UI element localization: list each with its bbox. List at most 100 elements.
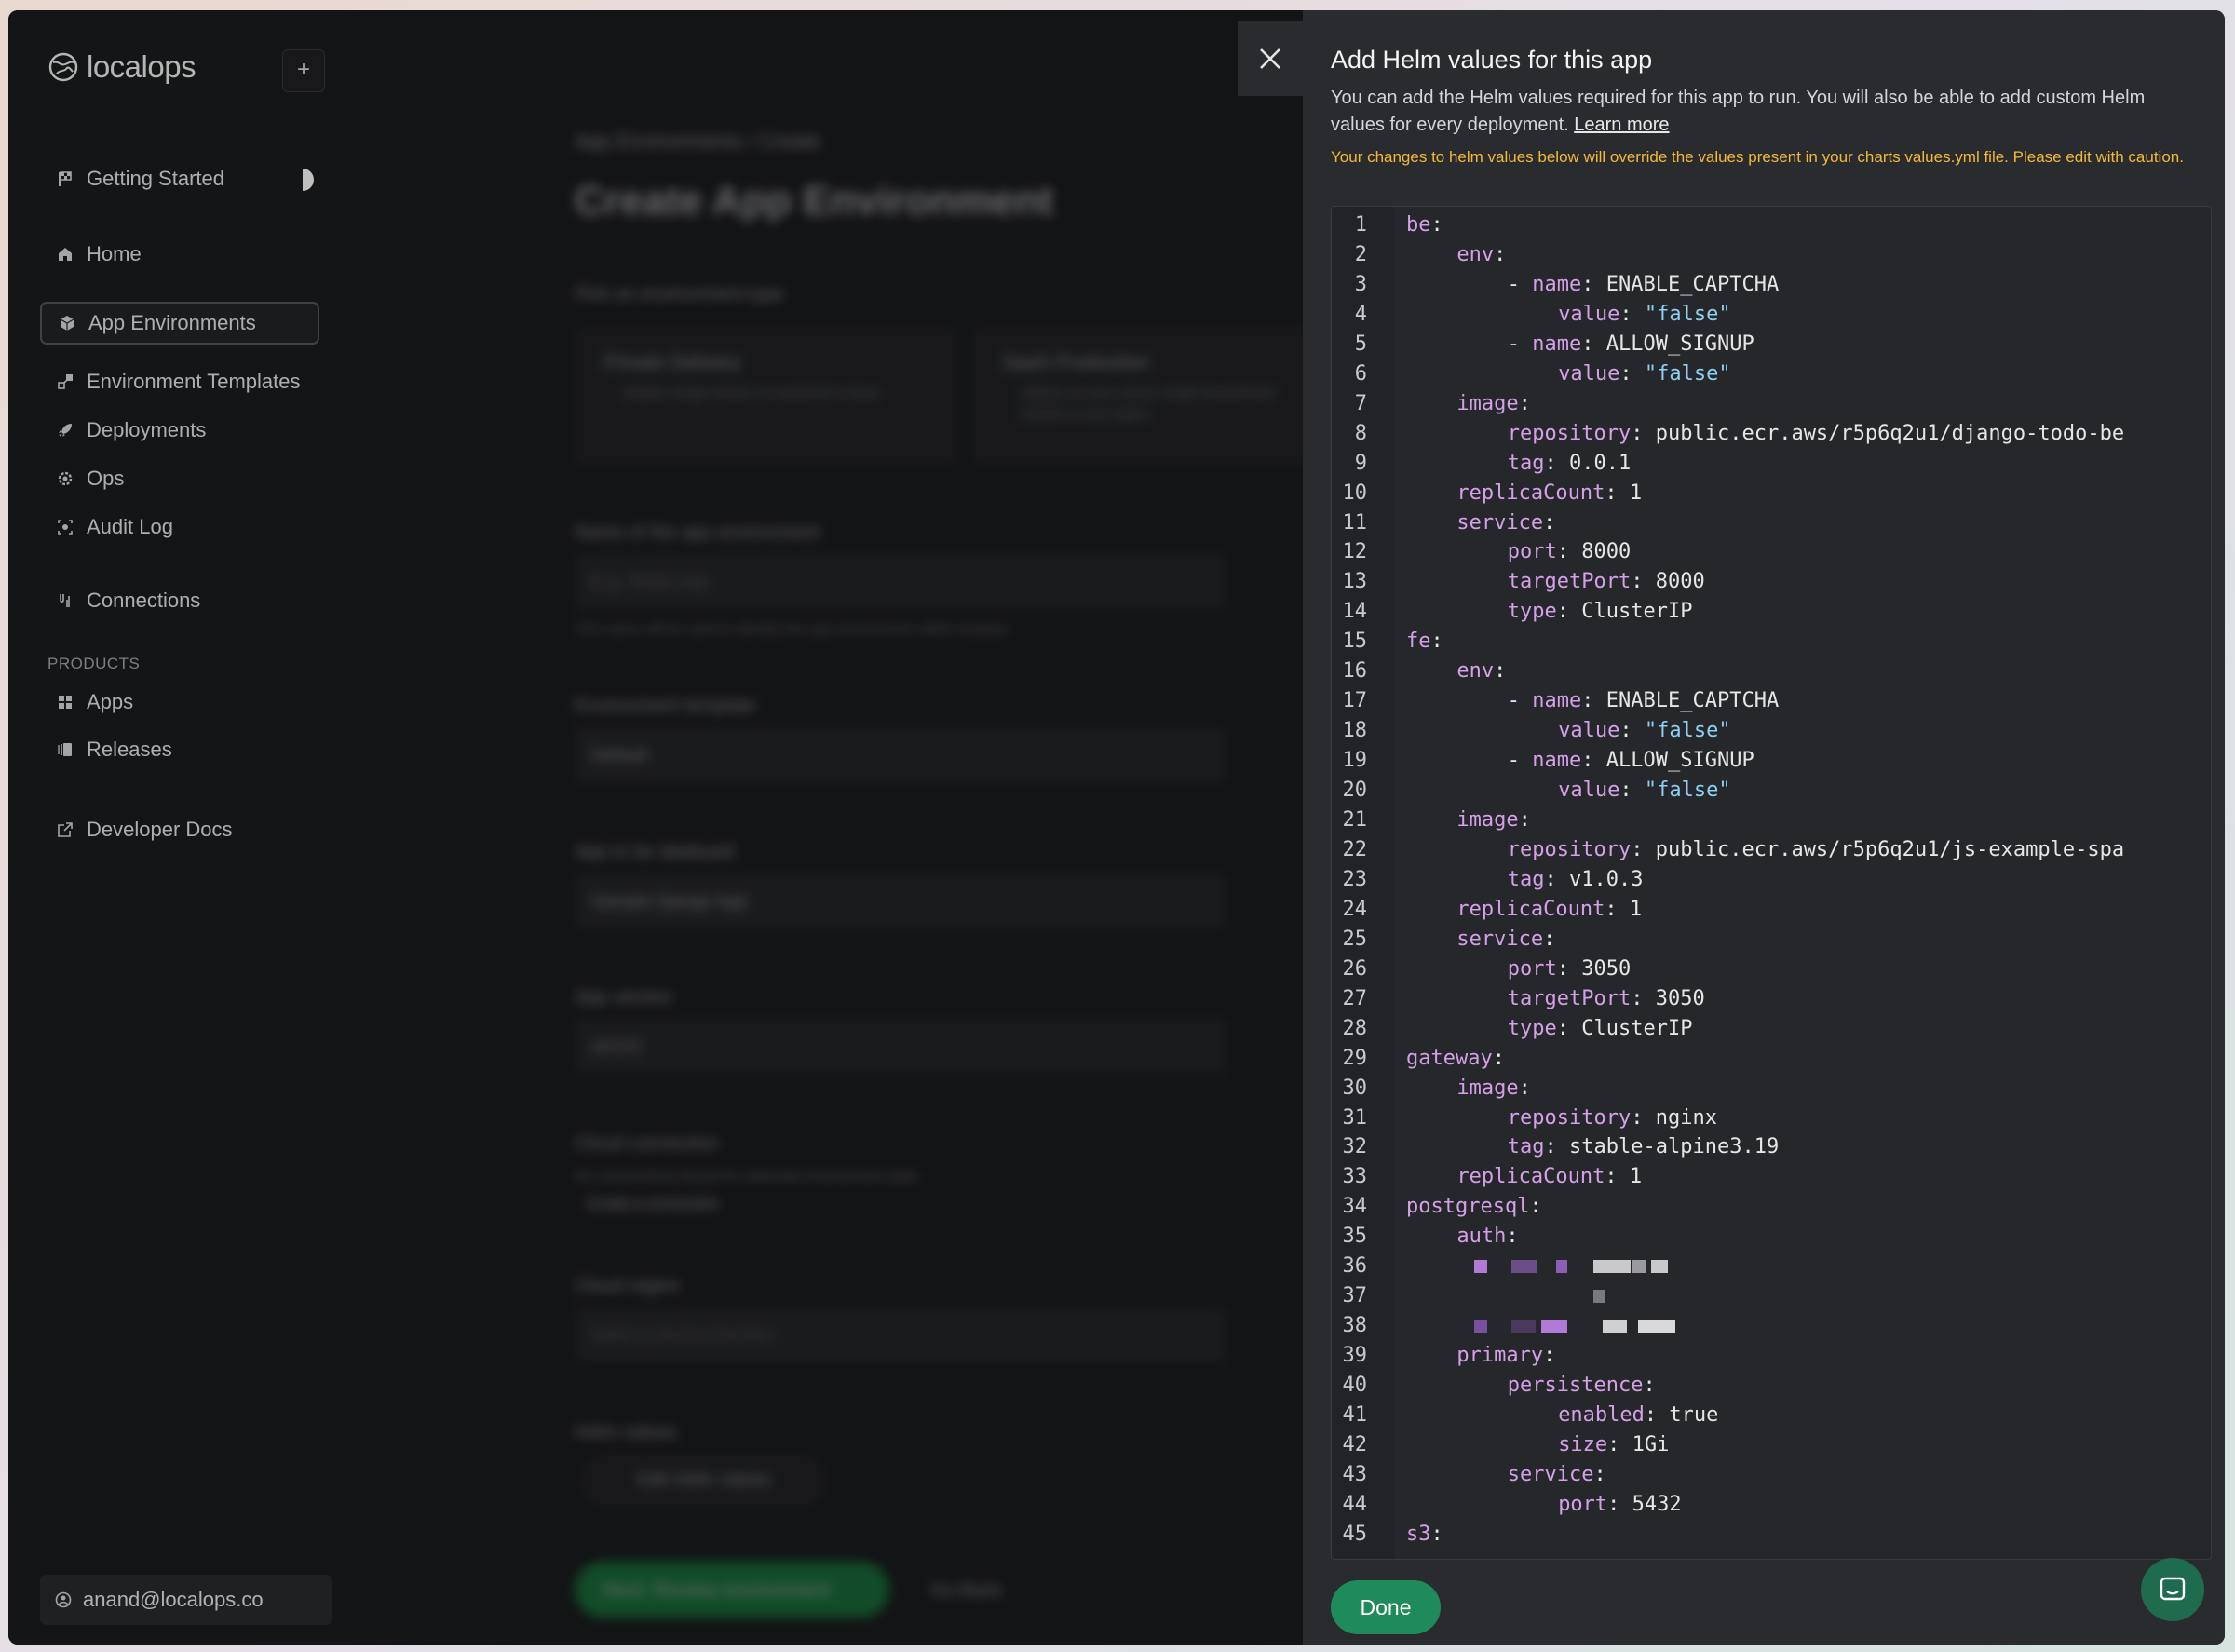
line-number: 29	[1342, 1046, 1368, 1070]
yaml-colon: :	[1518, 808, 1531, 832]
code-line: 19 - name: ALLOW_SIGNUP	[1332, 746, 2211, 776]
yaml-colon: :	[1631, 421, 1656, 445]
code-content: persistence:	[1508, 1371, 1656, 1401]
code-line: 34 postgresql:	[1332, 1192, 2211, 1222]
yaml-key: value	[1558, 302, 1620, 326]
line-number: 42	[1342, 1432, 1368, 1456]
yaml-value: 8000	[1581, 540, 1632, 564]
code-content: port: 3050	[1508, 955, 1631, 984]
yaml-value: ALLOW_SIGNUP	[1605, 332, 1754, 356]
yaml-value: 1	[1629, 897, 1643, 921]
yaml-colon: :	[1619, 302, 1645, 326]
description-text: You can add the Helm values required for…	[1331, 88, 2146, 135]
yaml-colon: :	[1607, 1432, 1632, 1456]
close-drawer-button[interactable]	[1238, 21, 1303, 96]
yaml-key: primary	[1456, 1344, 1544, 1368]
redacted-block	[1593, 1260, 1632, 1274]
yaml-key: targetPort	[1507, 986, 1632, 1010]
line-number: 40	[1342, 1374, 1368, 1398]
yaml-key: port	[1558, 1492, 1608, 1516]
yaml-key: env	[1456, 242, 1495, 266]
yaml-key: tag	[1507, 451, 1545, 475]
chat-support-button[interactable]	[2141, 1558, 2204, 1621]
code-content: replicaCount: 1	[1456, 1162, 1642, 1192]
code-content: - name: ALLOW_SIGNUP	[1508, 330, 1754, 359]
yaml-key: replicaCount	[1456, 1165, 1605, 1189]
yaml-value: ClusterIP	[1581, 600, 1693, 624]
code-line: 10 replicaCount: 1	[1332, 479, 2211, 508]
yaml-colon: :	[1543, 927, 1556, 951]
code-line: 38	[1332, 1311, 2211, 1341]
code-content: service:	[1456, 925, 1555, 955]
redacted-block	[1593, 1290, 1605, 1304]
line-number: 4	[1354, 302, 1367, 326]
line-number: 36	[1342, 1254, 1368, 1279]
code-line: 22 repository: public.ecr.aws/r5p6q2u1/js…	[1332, 835, 2211, 865]
list-dash: -	[1507, 689, 1533, 713]
line-number: 35	[1342, 1225, 1368, 1249]
yaml-value: ALLOW_SIGNUP	[1605, 749, 1754, 773]
chat-icon	[2160, 1577, 2186, 1601]
yaml-key: repository	[1507, 837, 1632, 861]
code-content: replicaCount: 1	[1456, 895, 1642, 925]
yaml-colon: :	[1644, 1403, 1670, 1427]
yaml-value: 8000	[1655, 570, 1705, 594]
yaml-colon: :	[1494, 242, 1507, 266]
learn-more-link[interactable]: Learn more	[1574, 115, 1669, 135]
yaml-colon: :	[1619, 779, 1645, 803]
yaml-colon: :	[1607, 1492, 1632, 1516]
redacted-block	[1632, 1260, 1646, 1274]
code-content: postgresql:	[1406, 1192, 1542, 1222]
code-content: image:	[1456, 389, 1530, 419]
line-number: 25	[1342, 927, 1368, 951]
yaml-key: type	[1507, 1016, 1557, 1040]
code-content: service:	[1456, 508, 1555, 538]
code-content: tag: stable-alpine3.19	[1508, 1132, 1779, 1162]
line-number: 22	[1342, 837, 1368, 861]
code-line: 39 primary:	[1332, 1341, 2211, 1371]
code-line: 28 type: ClusterIP	[1332, 1014, 2211, 1044]
code-content: targetPort: 3050	[1508, 984, 1705, 1014]
yaml-colon: :	[1581, 749, 1606, 773]
line-number: 10	[1342, 481, 1368, 505]
yaml-colon: :	[1544, 1135, 1570, 1159]
code-line: 3 - name: ENABLE_CAPTCHA	[1332, 270, 2211, 300]
list-dash: -	[1507, 749, 1533, 773]
line-number: 1	[1354, 213, 1367, 237]
yaml-value: v1.0.3	[1569, 867, 1644, 891]
code-content: - name: ENABLE_CAPTCHA	[1508, 270, 1779, 300]
yaml-colon: :	[1556, 1016, 1582, 1040]
yaml-colon: :	[1544, 867, 1570, 891]
code-line: 43 service:	[1332, 1460, 2211, 1490]
line-number: 7	[1354, 391, 1367, 415]
code-line: 16 env:	[1332, 657, 2211, 686]
yaml-value: 3050	[1581, 956, 1632, 981]
done-button[interactable]: Done	[1331, 1580, 1441, 1634]
yaml-colon: :	[1619, 719, 1645, 743]
yaml-colon: :	[1643, 1374, 1656, 1398]
yaml-key: value	[1558, 719, 1620, 743]
yaml-value: 1	[1629, 481, 1643, 505]
code-line: 29 gateway:	[1332, 1044, 2211, 1074]
code-line: 7 image:	[1332, 389, 2211, 419]
yaml-colon: :	[1631, 570, 1656, 594]
close-icon	[1260, 48, 1280, 69]
redacted-block	[1511, 1260, 1538, 1274]
code-content: value: "false"	[1558, 359, 1730, 389]
yaml-key: name	[1532, 272, 1582, 296]
code-content: auth:	[1456, 1222, 1518, 1252]
yaml-key: postgresql	[1406, 1195, 1530, 1219]
line-number: 12	[1342, 540, 1368, 564]
helm-values-editor[interactable]: 1 be: 2 env: 3 - name: ENABLE_CAPTCHA 4 value: …	[1331, 206, 2212, 1560]
modal-backdrop[interactable]	[8, 10, 1303, 1645]
code-content: repository: public.ecr.aws/r5p6q2u1/js-e…	[1508, 835, 2124, 865]
yaml-value: 0.0.1	[1569, 451, 1632, 475]
line-number: 11	[1342, 510, 1368, 535]
line-number: 19	[1342, 749, 1368, 773]
code-content: port: 8000	[1508, 537, 1631, 567]
code-line: 6 value: "false"	[1332, 359, 2211, 389]
line-number: 41	[1342, 1403, 1368, 1427]
yaml-value: 3050	[1655, 986, 1705, 1010]
code-content	[1474, 1311, 1754, 1341]
line-number: 38	[1342, 1314, 1368, 1338]
